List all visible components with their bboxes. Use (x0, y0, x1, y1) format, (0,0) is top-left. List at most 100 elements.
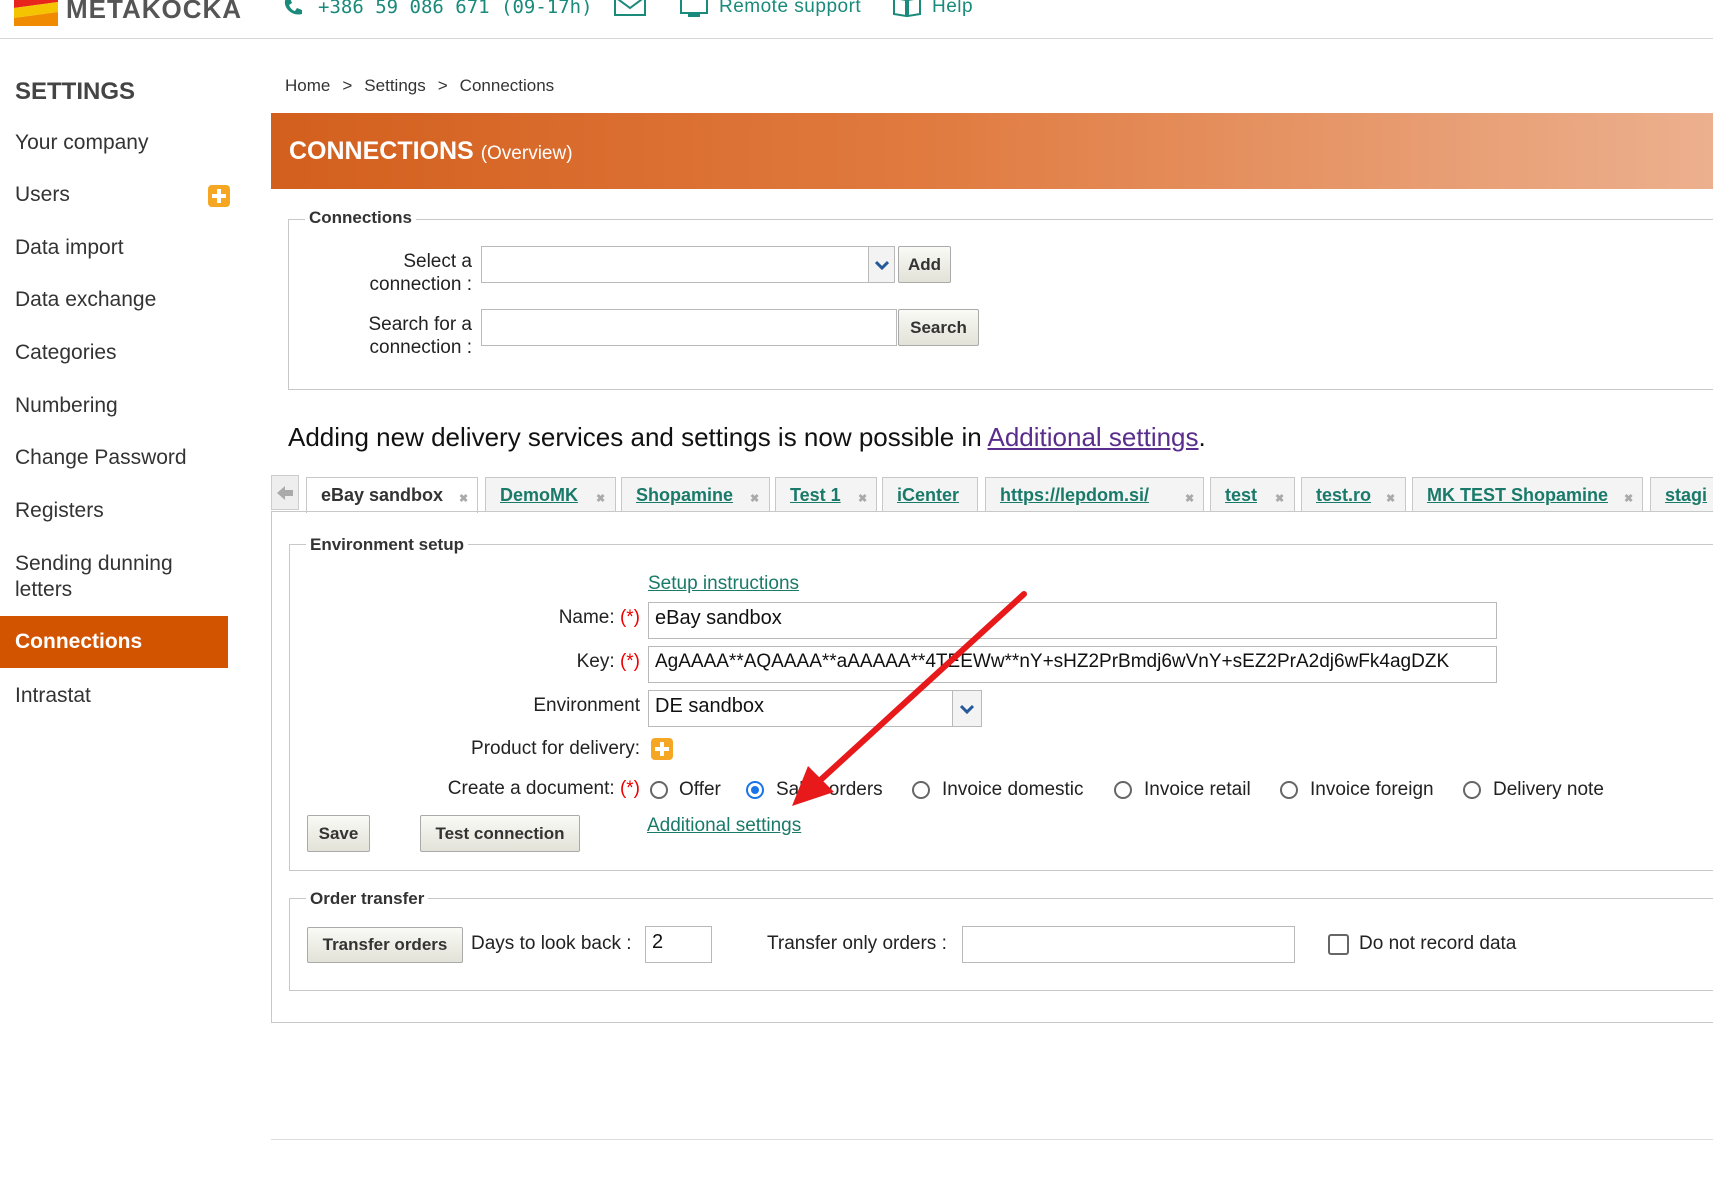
book-icon (893, 0, 921, 18)
tab-icenter[interactable]: iCenter (882, 477, 978, 511)
radio-label-offer: Offer (679, 779, 721, 800)
hours-text: (09-17h) (501, 0, 593, 18)
radio-offer[interactable] (650, 781, 668, 799)
breadcrumb-settings[interactable]: Settings (364, 76, 425, 95)
tab-close-icon[interactable]: ✖ (858, 482, 867, 511)
tab-ebay-sandbox[interactable]: eBay sandbox ✖ (306, 477, 478, 513)
sidebar-item-data-import[interactable]: Data import (0, 235, 228, 261)
required-mark: (*) (619, 651, 640, 672)
select-connection-label: Select a connection : (330, 250, 472, 296)
transfer-only-orders-label: Transfer only orders : (767, 933, 947, 954)
chevron-down-icon[interactable] (952, 690, 982, 727)
label-text: Name: (558, 607, 615, 628)
tab-test-ro[interactable]: test.ro ✖ (1301, 477, 1406, 511)
sidebar-item-intrastat[interactable]: Intrastat (0, 683, 228, 709)
radio-sales-orders[interactable] (746, 781, 764, 799)
radio-label-invoice-retail: Invoice retail (1144, 779, 1251, 800)
sidebar-item-users[interactable]: Users (0, 182, 228, 208)
breadcrumb-home[interactable]: Home (285, 76, 330, 95)
label-text: Create a document: (447, 778, 615, 799)
do-not-record-label: Do not record data (1359, 933, 1517, 954)
radio-label-invoice-domestic: Invoice domestic (942, 779, 1084, 800)
footer-divider (271, 1139, 1713, 1140)
tab-close-icon[interactable]: ✖ (1624, 482, 1633, 511)
add-connection-button[interactable]: Add (898, 246, 951, 283)
name-input[interactable]: eBay sandbox (648, 602, 1497, 639)
test-connection-button[interactable]: Test connection (420, 815, 580, 852)
setup-instructions-link[interactable]: Setup instructions (648, 573, 799, 595)
tab-staging[interactable]: stagi (1650, 477, 1713, 511)
breadcrumb-separator: > (342, 76, 353, 95)
metakocka-logo-icon[interactable] (14, 0, 58, 26)
add-user-icon[interactable] (207, 184, 231, 208)
tab-test[interactable]: test ✖ (1210, 477, 1295, 511)
tab-demomk[interactable]: DemoMK ✖ (485, 477, 616, 511)
sidebar-item-categories[interactable]: Categories (0, 340, 228, 366)
required-mark: (*) (619, 778, 640, 799)
required-mark: (*) (619, 607, 640, 628)
tab-lepdom[interactable]: https://lepdom.si/ ✖ (985, 477, 1204, 511)
additional-settings-notice-link[interactable]: Additional settings (988, 422, 1199, 452)
remote-support-link[interactable]: Remote support (719, 0, 861, 18)
search-button[interactable]: Search (898, 309, 979, 346)
tab-label: test.ro (1316, 485, 1372, 505)
sidebar-item-sending-dunning[interactable]: Sending dunning letters (0, 551, 228, 603)
radio-invoice-domestic[interactable] (912, 781, 930, 799)
add-product-icon[interactable] (650, 737, 674, 761)
sidebar-item-connections[interactable]: Connections (0, 616, 228, 668)
tab-mk-test-shopamine[interactable]: MK TEST Shopamine ✖ (1412, 477, 1643, 511)
email-icon[interactable] (614, 0, 646, 18)
tabs-scroll-left[interactable] (271, 475, 299, 510)
tab-shopamine[interactable]: Shopamine ✖ (621, 477, 770, 511)
days-look-back-input[interactable]: 2 (645, 926, 712, 963)
create-document-label: Create a document: (*) (360, 778, 640, 800)
tab-test-1[interactable]: Test 1 ✖ (775, 477, 877, 511)
breadcrumb: Home > Settings > Connections (285, 76, 554, 96)
chevron-down-icon[interactable] (868, 246, 895, 283)
do-not-record-checkbox[interactable] (1328, 934, 1349, 955)
radio-label-sales-orders: Sales orders (776, 779, 883, 800)
environment-select[interactable]: DE sandbox (648, 690, 954, 727)
radio-invoice-foreign[interactable] (1280, 781, 1298, 799)
connections-fieldset (288, 219, 1713, 390)
tab-label: iCenter (897, 485, 960, 505)
environment-legend: Environment setup (306, 535, 468, 555)
sidebar-item-numbering[interactable]: Numbering (0, 393, 228, 419)
tab-close-icon[interactable]: ✖ (1275, 482, 1284, 511)
tab-label: eBay sandbox (321, 485, 444, 505)
phone-number[interactable]: +386 59 086 671 (09-17h) (318, 0, 593, 18)
tab-close-icon[interactable]: ✖ (596, 482, 605, 511)
sidebar-item-registers[interactable]: Registers (0, 498, 228, 524)
page-subtitle: (Overview) (480, 143, 573, 164)
radio-delivery-note[interactable] (1463, 781, 1481, 799)
key-input[interactable]: AgAAAA**AQAAAA**aAAAAA**4TEEWw**nY+sHZ2P… (648, 646, 1497, 683)
search-connection-input[interactable] (481, 309, 897, 346)
connection-select[interactable] (481, 246, 870, 283)
sidebar-item-change-password[interactable]: Change Password (0, 445, 228, 471)
tab-close-icon[interactable]: ✖ (459, 482, 468, 513)
sidebar-item-data-exchange[interactable]: Data exchange (0, 287, 228, 313)
transfer-orders-button[interactable]: Transfer orders (307, 927, 463, 963)
tab-label: test (1225, 485, 1258, 505)
save-button[interactable]: Save (307, 815, 370, 852)
tab-label: Shopamine (636, 485, 734, 505)
radio-invoice-retail[interactable] (1114, 781, 1132, 799)
label-line: Select a (403, 251, 472, 272)
transfer-only-orders-input[interactable] (962, 926, 1295, 963)
help-link[interactable]: Help (932, 0, 973, 18)
sidebar-item-your-company[interactable]: Your company (0, 130, 228, 156)
additional-settings-link[interactable]: Additional settings (647, 815, 801, 837)
name-label: Name: (*) (400, 607, 640, 629)
tab-label: stagi (1665, 485, 1708, 505)
phone-icon (284, 0, 302, 15)
phone-text: +386 59 086 671 (318, 0, 490, 18)
label-text: Key: (576, 651, 615, 672)
tab-close-icon[interactable]: ✖ (750, 482, 759, 511)
page-title-text: CONNECTIONS (289, 137, 474, 165)
product-delivery-label: Product for delivery: (471, 738, 640, 759)
arrow-left-icon (277, 485, 293, 500)
days-look-back-label: Days to look back : (471, 933, 632, 954)
brand-name: METAKOCKA (66, 0, 243, 24)
tab-close-icon[interactable]: ✖ (1386, 482, 1395, 511)
tab-close-icon[interactable]: ✖ (1185, 482, 1194, 511)
